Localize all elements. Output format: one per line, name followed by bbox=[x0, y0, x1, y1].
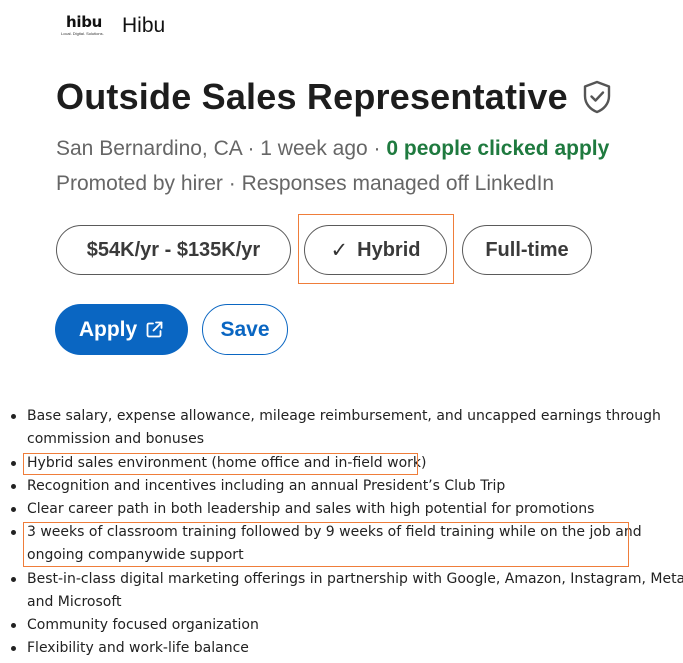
list-item: Community focused organization bbox=[27, 617, 259, 633]
job-title-row: Outside Sales Representative bbox=[56, 76, 612, 118]
bullet-dot bbox=[11, 507, 16, 512]
list-item: Flexibility and work-life balance bbox=[27, 640, 249, 656]
employment-type-pill[interactable]: Full-time bbox=[462, 225, 592, 275]
job-location: San Bernardino, CA bbox=[56, 137, 242, 160]
logo-wordmark: hibu bbox=[66, 13, 103, 31]
external-link-icon bbox=[145, 320, 164, 339]
salary-label: $54K/yr - $135K/yr bbox=[86, 238, 261, 261]
apply-button[interactable]: Apply bbox=[55, 304, 188, 355]
bullet-dot bbox=[11, 461, 16, 466]
bullet-dot bbox=[11, 623, 16, 628]
bullet-dot bbox=[11, 577, 16, 582]
company-header: hibu Local. Digital. Solutions. Hibu bbox=[58, 12, 165, 40]
list-item-continuation: commission and bonuses bbox=[27, 431, 204, 447]
list-item: Best-in-class digital marketing offering… bbox=[27, 571, 683, 587]
meta-separator: · bbox=[222, 172, 242, 195]
promoted-label: Promoted by hirer bbox=[56, 172, 223, 195]
list-item-continuation: and Microsoft bbox=[27, 594, 122, 610]
highlight-box-hybrid bbox=[298, 214, 454, 284]
list-item: Base salary, expense allowance, mileage … bbox=[27, 408, 661, 424]
highlight-box-hybrid-bullet bbox=[23, 453, 418, 475]
bullet-dot bbox=[11, 484, 16, 489]
bullet-dot bbox=[11, 530, 16, 535]
employment-type-label: Full-time bbox=[485, 238, 569, 261]
save-button[interactable]: Save bbox=[202, 304, 288, 355]
salary-pill[interactable]: $54K/yr - $135K/yr bbox=[56, 225, 291, 275]
job-promotion-line: Promoted by hirer · Responses managed of… bbox=[56, 172, 554, 196]
bullet-dot bbox=[11, 414, 16, 419]
meta-separator: · bbox=[241, 137, 261, 160]
shield-check-icon[interactable] bbox=[582, 80, 612, 114]
apply-label: Apply bbox=[78, 317, 138, 341]
save-label: Save bbox=[220, 317, 270, 341]
company-logo[interactable]: hibu Local. Digital. Solutions. bbox=[58, 12, 116, 40]
job-meta-line: San Bernardino, CA · 1 week ago · 0 peop… bbox=[56, 137, 609, 161]
job-posted-time: 1 week ago bbox=[260, 137, 368, 160]
job-title: Outside Sales Representative bbox=[56, 76, 568, 117]
company-name[interactable]: Hibu bbox=[122, 14, 165, 38]
responses-label: Responses managed off LinkedIn bbox=[241, 172, 555, 195]
highlight-box-training-bullet bbox=[23, 522, 629, 567]
list-item: Recognition and incentives including an … bbox=[27, 478, 506, 494]
logo-tagline: Local. Digital. Solutions. bbox=[61, 31, 104, 36]
bullet-dot bbox=[11, 646, 16, 651]
meta-separator: · bbox=[367, 137, 387, 160]
list-item: Clear career path in both leadership and… bbox=[27, 501, 595, 517]
applicant-count: 0 people clicked apply bbox=[386, 137, 610, 160]
